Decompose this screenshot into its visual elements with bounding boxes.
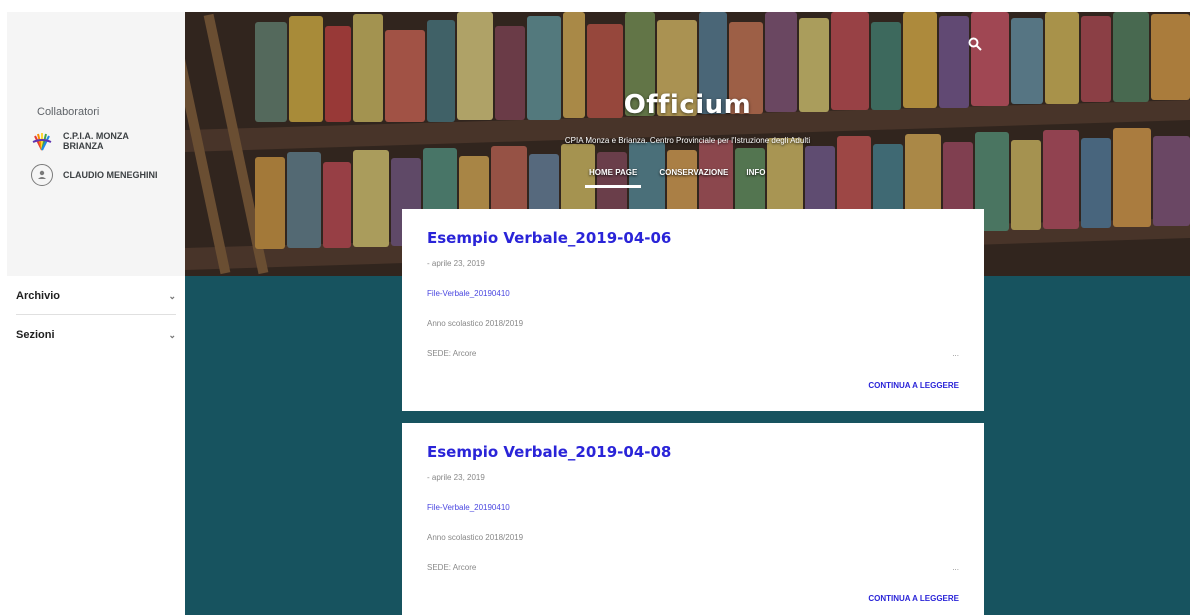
post-date[interactable]: - aprile 23, 2019 (427, 473, 485, 482)
post-title[interactable]: Esempio Verbale_2019-04-06 (427, 229, 671, 247)
post-snippet-line: SEDE: Arcore (427, 563, 477, 572)
page-nav: HOME PAGE CONSERVAZIONE INFO (585, 168, 765, 188)
chevron-down-icon: ⌄ (168, 329, 176, 340)
post-snippet-line: SEDE: Arcore (427, 349, 477, 358)
sidebar-section-sezioni[interactable]: Sezioni ⌄ (16, 329, 176, 341)
continue-reading-link[interactable]: CONTINUA A LEGGERE (868, 594, 959, 603)
post-date[interactable]: - aprile 23, 2019 (427, 259, 485, 268)
post-ellipsis: ... (952, 349, 959, 358)
sidebar: Collaboratori C.P.I.A. MONZA BRIANZA CLA… (0, 12, 185, 615)
post-file-link[interactable]: File-Verbale_20190410 (427, 503, 510, 512)
tab-conservazione[interactable]: CONSERVAZIONE (659, 168, 728, 188)
section-label: Archivio (16, 290, 61, 302)
post-snippet-line: Anno scolastico 2018/2019 (427, 319, 524, 328)
contributor-name: CLAUDIO MENEGHINI (63, 170, 158, 180)
blog-description: CPIA Monza e Brianza. Centro Provinciale… (564, 136, 811, 145)
post-card: Esempio Verbale_2019-04-06 - aprile 23, … (402, 209, 984, 411)
post-title[interactable]: Esempio Verbale_2019-04-08 (427, 443, 671, 461)
tab-info[interactable]: INFO (746, 168, 765, 188)
user-avatar-icon (31, 164, 53, 186)
post-ellipsis: ... (952, 563, 959, 572)
contributors-title: Collaboratori (37, 106, 100, 118)
divider (16, 314, 176, 315)
section-label: Sezioni (16, 329, 55, 341)
post-file-link[interactable]: File-Verbale_20190410 (427, 289, 510, 298)
contributors-panel: Collaboratori C.P.I.A. MONZA BRIANZA CLA… (7, 12, 185, 276)
contributor-claudio[interactable]: CLAUDIO MENEGHINI (31, 164, 158, 186)
chevron-down-icon: ⌄ (168, 290, 176, 301)
contributor-cpia[interactable]: C.P.I.A. MONZA BRIANZA (31, 130, 158, 152)
tab-home-page[interactable]: HOME PAGE (585, 168, 642, 188)
top-border (0, 0, 1190, 12)
contributor-name: C.P.I.A. MONZA BRIANZA (63, 131, 129, 151)
sidebar-section-archivio[interactable]: Archivio ⌄ (16, 290, 176, 302)
post-snippet-line: Anno scolastico 2018/2019 (427, 533, 524, 542)
search-icon[interactable] (967, 36, 983, 52)
cpia-logo-icon (32, 133, 52, 151)
blog-title[interactable]: Officium (185, 90, 1190, 120)
continue-reading-link[interactable]: CONTINUA A LEGGERE (868, 381, 959, 390)
post-card: Esempio Verbale_2019-04-08 - aprile 23, … (402, 423, 984, 615)
